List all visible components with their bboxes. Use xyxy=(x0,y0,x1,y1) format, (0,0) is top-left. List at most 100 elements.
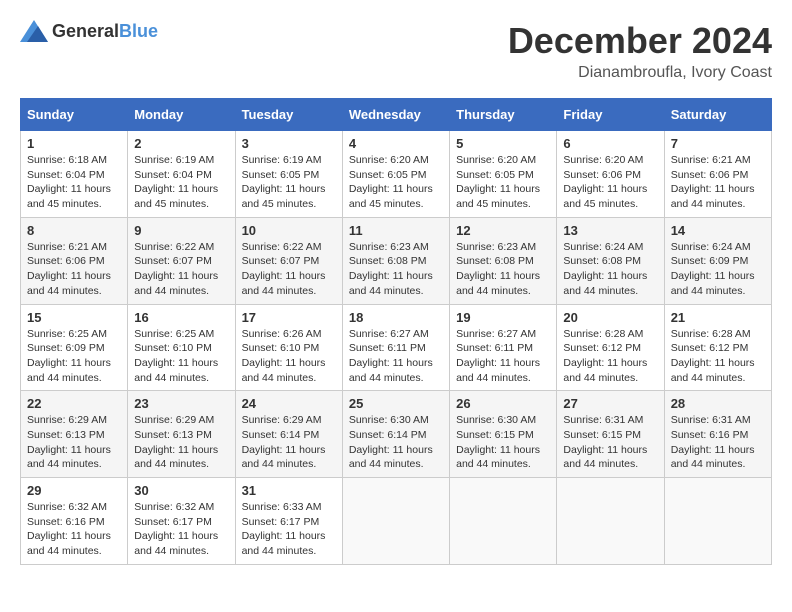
title-area: December 2024 Dianambroufla, Ivory Coast xyxy=(508,20,772,82)
table-row: 17 Sunrise: 6:26 AMSunset: 6:10 PMDaylig… xyxy=(235,304,342,391)
day-number: 3 xyxy=(242,136,336,151)
week-row-5: 29 Sunrise: 6:32 AMSunset: 6:16 PMDaylig… xyxy=(21,478,772,565)
calendar-table: Sunday Monday Tuesday Wednesday Thursday… xyxy=(20,98,772,565)
col-tuesday: Tuesday xyxy=(235,99,342,131)
day-detail: Sunrise: 6:29 AMSunset: 6:13 PMDaylight:… xyxy=(134,414,218,470)
table-row: 19 Sunrise: 6:27 AMSunset: 6:11 PMDaylig… xyxy=(450,304,557,391)
table-row: 13 Sunrise: 6:24 AMSunset: 6:08 PMDaylig… xyxy=(557,217,664,304)
logo-blue: Blue xyxy=(119,21,158,41)
day-number: 16 xyxy=(134,310,228,325)
table-row: 10 Sunrise: 6:22 AMSunset: 6:07 PMDaylig… xyxy=(235,217,342,304)
week-row-4: 22 Sunrise: 6:29 AMSunset: 6:13 PMDaylig… xyxy=(21,391,772,478)
day-detail: Sunrise: 6:31 AMSunset: 6:16 PMDaylight:… xyxy=(671,414,755,470)
day-number: 28 xyxy=(671,396,765,411)
table-row: 27 Sunrise: 6:31 AMSunset: 6:15 PMDaylig… xyxy=(557,391,664,478)
day-number: 13 xyxy=(563,223,657,238)
day-detail: Sunrise: 6:22 AMSunset: 6:07 PMDaylight:… xyxy=(242,241,326,297)
table-row: 11 Sunrise: 6:23 AMSunset: 6:08 PMDaylig… xyxy=(342,217,449,304)
day-detail: Sunrise: 6:32 AMSunset: 6:16 PMDaylight:… xyxy=(27,501,111,557)
logo-icon xyxy=(20,20,48,42)
table-row: 20 Sunrise: 6:28 AMSunset: 6:12 PMDaylig… xyxy=(557,304,664,391)
day-detail: Sunrise: 6:30 AMSunset: 6:14 PMDaylight:… xyxy=(349,414,433,470)
day-number: 27 xyxy=(563,396,657,411)
day-detail: Sunrise: 6:29 AMSunset: 6:13 PMDaylight:… xyxy=(27,414,111,470)
logo: GeneralBlue xyxy=(20,20,158,42)
table-row: 3 Sunrise: 6:19 AMSunset: 6:05 PMDayligh… xyxy=(235,131,342,218)
day-number: 8 xyxy=(27,223,121,238)
col-friday: Friday xyxy=(557,99,664,131)
day-detail: Sunrise: 6:24 AMSunset: 6:08 PMDaylight:… xyxy=(563,241,647,297)
calendar-header-row: Sunday Monday Tuesday Wednesday Thursday… xyxy=(21,99,772,131)
col-wednesday: Wednesday xyxy=(342,99,449,131)
day-number: 11 xyxy=(349,223,443,238)
day-number: 19 xyxy=(456,310,550,325)
day-number: 18 xyxy=(349,310,443,325)
day-detail: Sunrise: 6:22 AMSunset: 6:07 PMDaylight:… xyxy=(134,241,218,297)
table-row: 4 Sunrise: 6:20 AMSunset: 6:05 PMDayligh… xyxy=(342,131,449,218)
day-number: 30 xyxy=(134,483,228,498)
day-detail: Sunrise: 6:29 AMSunset: 6:14 PMDaylight:… xyxy=(242,414,326,470)
table-row xyxy=(557,478,664,565)
day-detail: Sunrise: 6:18 AMSunset: 6:04 PMDaylight:… xyxy=(27,154,111,210)
page-header: GeneralBlue December 2024 Dianambroufla,… xyxy=(20,20,772,82)
week-row-2: 8 Sunrise: 6:21 AMSunset: 6:06 PMDayligh… xyxy=(21,217,772,304)
day-detail: Sunrise: 6:25 AMSunset: 6:10 PMDaylight:… xyxy=(134,328,218,384)
table-row xyxy=(450,478,557,565)
table-row: 15 Sunrise: 6:25 AMSunset: 6:09 PMDaylig… xyxy=(21,304,128,391)
table-row: 28 Sunrise: 6:31 AMSunset: 6:16 PMDaylig… xyxy=(664,391,771,478)
day-detail: Sunrise: 6:33 AMSunset: 6:17 PMDaylight:… xyxy=(242,501,326,557)
month-title: December 2024 xyxy=(508,20,772,62)
day-number: 17 xyxy=(242,310,336,325)
day-detail: Sunrise: 6:19 AMSunset: 6:04 PMDaylight:… xyxy=(134,154,218,210)
day-detail: Sunrise: 6:27 AMSunset: 6:11 PMDaylight:… xyxy=(456,328,540,384)
day-detail: Sunrise: 6:28 AMSunset: 6:12 PMDaylight:… xyxy=(563,328,647,384)
table-row: 14 Sunrise: 6:24 AMSunset: 6:09 PMDaylig… xyxy=(664,217,771,304)
table-row xyxy=(664,478,771,565)
col-saturday: Saturday xyxy=(664,99,771,131)
table-row: 12 Sunrise: 6:23 AMSunset: 6:08 PMDaylig… xyxy=(450,217,557,304)
logo-general: General xyxy=(52,21,119,41)
day-number: 5 xyxy=(456,136,550,151)
table-row: 23 Sunrise: 6:29 AMSunset: 6:13 PMDaylig… xyxy=(128,391,235,478)
day-detail: Sunrise: 6:28 AMSunset: 6:12 PMDaylight:… xyxy=(671,328,755,384)
table-row: 16 Sunrise: 6:25 AMSunset: 6:10 PMDaylig… xyxy=(128,304,235,391)
table-row: 5 Sunrise: 6:20 AMSunset: 6:05 PMDayligh… xyxy=(450,131,557,218)
day-detail: Sunrise: 6:20 AMSunset: 6:06 PMDaylight:… xyxy=(563,154,647,210)
table-row xyxy=(342,478,449,565)
table-row: 24 Sunrise: 6:29 AMSunset: 6:14 PMDaylig… xyxy=(235,391,342,478)
table-row: 31 Sunrise: 6:33 AMSunset: 6:17 PMDaylig… xyxy=(235,478,342,565)
table-row: 2 Sunrise: 6:19 AMSunset: 6:04 PMDayligh… xyxy=(128,131,235,218)
day-number: 26 xyxy=(456,396,550,411)
table-row: 22 Sunrise: 6:29 AMSunset: 6:13 PMDaylig… xyxy=(21,391,128,478)
day-detail: Sunrise: 6:21 AMSunset: 6:06 PMDaylight:… xyxy=(27,241,111,297)
table-row: 29 Sunrise: 6:32 AMSunset: 6:16 PMDaylig… xyxy=(21,478,128,565)
day-number: 4 xyxy=(349,136,443,151)
table-row: 30 Sunrise: 6:32 AMSunset: 6:17 PMDaylig… xyxy=(128,478,235,565)
location-title: Dianambroufla, Ivory Coast xyxy=(508,64,772,82)
day-number: 12 xyxy=(456,223,550,238)
day-number: 7 xyxy=(671,136,765,151)
day-number: 1 xyxy=(27,136,121,151)
day-detail: Sunrise: 6:24 AMSunset: 6:09 PMDaylight:… xyxy=(671,241,755,297)
day-number: 23 xyxy=(134,396,228,411)
day-detail: Sunrise: 6:32 AMSunset: 6:17 PMDaylight:… xyxy=(134,501,218,557)
day-number: 10 xyxy=(242,223,336,238)
day-number: 14 xyxy=(671,223,765,238)
day-number: 21 xyxy=(671,310,765,325)
day-detail: Sunrise: 6:26 AMSunset: 6:10 PMDaylight:… xyxy=(242,328,326,384)
table-row: 7 Sunrise: 6:21 AMSunset: 6:06 PMDayligh… xyxy=(664,131,771,218)
table-row: 21 Sunrise: 6:28 AMSunset: 6:12 PMDaylig… xyxy=(664,304,771,391)
day-number: 6 xyxy=(563,136,657,151)
day-detail: Sunrise: 6:23 AMSunset: 6:08 PMDaylight:… xyxy=(349,241,433,297)
table-row: 1 Sunrise: 6:18 AMSunset: 6:04 PMDayligh… xyxy=(21,131,128,218)
day-detail: Sunrise: 6:25 AMSunset: 6:09 PMDaylight:… xyxy=(27,328,111,384)
col-thursday: Thursday xyxy=(450,99,557,131)
day-number: 29 xyxy=(27,483,121,498)
table-row: 26 Sunrise: 6:30 AMSunset: 6:15 PMDaylig… xyxy=(450,391,557,478)
day-detail: Sunrise: 6:21 AMSunset: 6:06 PMDaylight:… xyxy=(671,154,755,210)
day-detail: Sunrise: 6:31 AMSunset: 6:15 PMDaylight:… xyxy=(563,414,647,470)
day-number: 31 xyxy=(242,483,336,498)
week-row-1: 1 Sunrise: 6:18 AMSunset: 6:04 PMDayligh… xyxy=(21,131,772,218)
day-detail: Sunrise: 6:30 AMSunset: 6:15 PMDaylight:… xyxy=(456,414,540,470)
day-detail: Sunrise: 6:27 AMSunset: 6:11 PMDaylight:… xyxy=(349,328,433,384)
